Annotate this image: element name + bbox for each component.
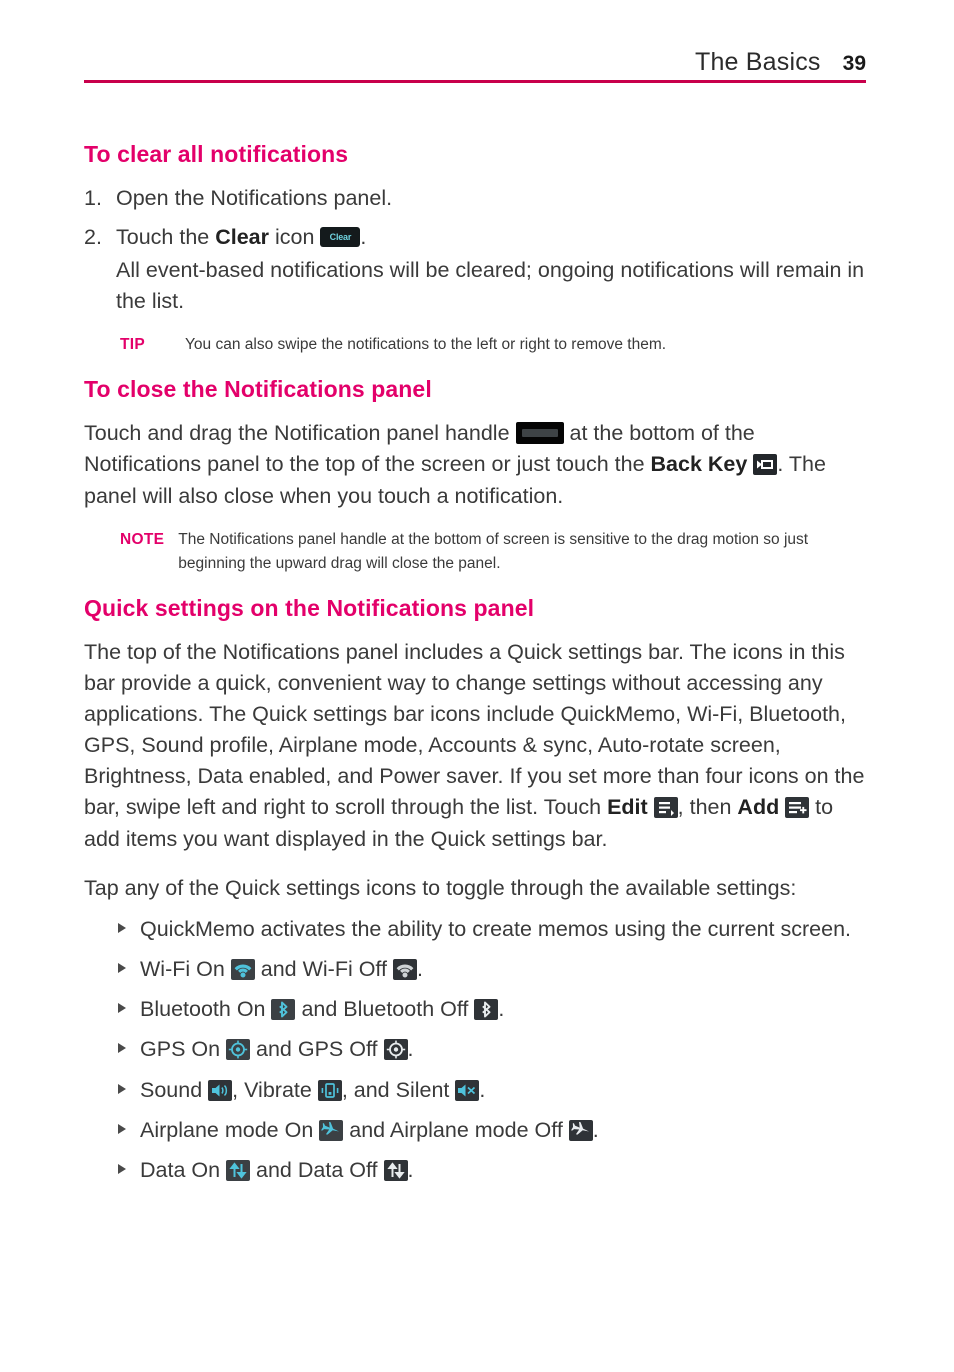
step-text-after: icon bbox=[269, 224, 321, 249]
tip-callout: TIP You can also swipe the notifications… bbox=[84, 333, 874, 357]
clear-icon-label: Clear bbox=[329, 231, 352, 242]
list-item-data: Data On and Data Off . bbox=[118, 1155, 874, 1186]
notification-panel-handle-icon bbox=[515, 422, 564, 445]
gps-mid: and GPS Off bbox=[250, 1037, 384, 1062]
close-panel-text-1: Touch and drag the Notification panel ha… bbox=[84, 421, 516, 446]
page-title: The Basics bbox=[694, 48, 821, 76]
bullet-triangle-icon bbox=[118, 1083, 126, 1094]
data-mid: and Data Off bbox=[250, 1157, 384, 1182]
tip-label: TIP bbox=[120, 336, 146, 354]
airplane-post: . bbox=[592, 1117, 599, 1142]
data-post: . bbox=[407, 1157, 414, 1182]
bluetooth-pre: Bluetooth On bbox=[140, 997, 272, 1022]
note-label: NOTE bbox=[120, 530, 165, 548]
data-off-icon bbox=[383, 1159, 408, 1181]
paragraph-close-panel: Touch and drag the Notification panel ha… bbox=[84, 418, 874, 512]
wifi-mid: and Wi-Fi Off bbox=[254, 957, 393, 982]
gps-pre: GPS On bbox=[140, 1037, 227, 1062]
airplane-mode-off-icon bbox=[568, 1119, 593, 1141]
paragraph-quick-settings: The top of the Notifications panel inclu… bbox=[84, 637, 874, 855]
list-item-sound: Sound , Vibrate , and Silent . bbox=[118, 1075, 874, 1106]
wifi-on-icon bbox=[230, 959, 255, 981]
list-item-quickmemo: QuickMemo activates the ability to creat… bbox=[118, 914, 874, 945]
heading-clear-notifications: To clear all notifications bbox=[84, 141, 349, 167]
sound-post: . bbox=[479, 1077, 486, 1102]
bullet-triangle-icon bbox=[118, 1163, 126, 1174]
list-item-airplane: Airplane mode On and Airplane mode Off . bbox=[118, 1115, 874, 1146]
bluetooth-mid: and Bluetooth Off bbox=[295, 997, 475, 1022]
heading-close-panel: To close the Notifications panel bbox=[84, 376, 432, 403]
header-divider bbox=[84, 80, 866, 83]
bullet-triangle-icon bbox=[118, 1003, 126, 1014]
bullet-triangle-icon bbox=[118, 963, 126, 974]
gps-on-icon bbox=[226, 1039, 251, 1061]
add-icon bbox=[785, 797, 810, 819]
step-continuation: All event-based notifications will be cl… bbox=[116, 258, 865, 314]
airplane-pre: Airplane mode On bbox=[140, 1117, 320, 1142]
gps-off-icon bbox=[383, 1039, 408, 1061]
bluetooth-on-icon bbox=[271, 999, 296, 1021]
data-pre: Data On bbox=[140, 1157, 227, 1182]
airplane-mode-on-icon bbox=[319, 1119, 344, 1141]
sound-mid: , Vibrate bbox=[232, 1077, 318, 1102]
paragraph-tap-toggle: Tap any of the Quick settings icons to t… bbox=[84, 875, 797, 900]
list-item-gps: GPS On and GPS Off . bbox=[118, 1034, 874, 1065]
gps-post: . bbox=[407, 1037, 414, 1062]
step-item: 1. Open the Notifications panel. bbox=[84, 183, 874, 214]
note-callout: NOTE The Notifications panel handle at t… bbox=[84, 528, 874, 576]
page-header: The Basics 39 bbox=[84, 48, 866, 77]
step-marker: 2. bbox=[84, 224, 102, 249]
bluetooth-off-icon bbox=[474, 999, 499, 1021]
edit-keyword: Edit bbox=[607, 795, 648, 820]
list-item-wifi: Wi-Fi On and Wi-Fi Off . bbox=[118, 954, 874, 985]
bullet-triangle-icon bbox=[118, 1043, 126, 1054]
clear-icon: Clear bbox=[320, 226, 361, 247]
silent-icon bbox=[455, 1079, 480, 1101]
step-item: 2. Touch the Clear icon Clear. All event… bbox=[84, 222, 874, 318]
quickmemo-text: QuickMemo activates the ability to creat… bbox=[140, 916, 852, 941]
tip-text: You can also swipe the notifications to … bbox=[185, 336, 667, 354]
quick-settings-text-a: The top of the Notifications panel inclu… bbox=[84, 639, 865, 820]
manual-page: The Basics 39 To clear all notifications… bbox=[0, 0, 954, 1372]
quick-settings-bullet-list: QuickMemo activates the ability to creat… bbox=[84, 914, 874, 1186]
steps-clear-notifications: 1. Open the Notifications panel. 2. Touc… bbox=[84, 183, 874, 318]
wifi-pre: Wi-Fi On bbox=[140, 957, 231, 982]
heading-quick-settings: Quick settings on the Notifications pane… bbox=[84, 594, 535, 621]
wifi-off-icon bbox=[392, 959, 417, 981]
wifi-post: . bbox=[416, 957, 423, 982]
airplane-mid: and Airplane mode Off bbox=[343, 1117, 569, 1142]
list-item-bluetooth: Bluetooth On and Bluetooth Off . bbox=[118, 994, 874, 1025]
bullet-triangle-icon bbox=[118, 922, 126, 933]
data-on-icon bbox=[226, 1159, 251, 1181]
bluetooth-post: . bbox=[498, 997, 505, 1022]
sound-pre: Sound bbox=[140, 1077, 209, 1102]
quick-settings-text-b: , then bbox=[677, 795, 738, 820]
back-key-keyword: Back Key bbox=[650, 452, 748, 477]
step-text-before: Touch the bbox=[116, 224, 216, 249]
page-content: To clear all notifications 1. Open the N… bbox=[84, 140, 874, 1195]
sound-mid2: , and Silent bbox=[341, 1077, 456, 1102]
step-marker: 1. bbox=[84, 185, 102, 210]
edit-icon bbox=[653, 797, 678, 819]
page-number: 39 bbox=[842, 52, 866, 75]
bullet-triangle-icon bbox=[118, 1123, 126, 1134]
back-key-icon bbox=[753, 454, 778, 476]
clear-keyword: Clear bbox=[215, 224, 270, 249]
step-period: . bbox=[360, 224, 367, 249]
add-keyword: Add bbox=[737, 795, 780, 820]
note-text: The Notifications panel handle at the bo… bbox=[178, 530, 809, 572]
vibrate-icon bbox=[317, 1079, 342, 1101]
step-text: Open the Notifications panel. bbox=[116, 185, 393, 210]
sound-icon bbox=[208, 1079, 233, 1101]
